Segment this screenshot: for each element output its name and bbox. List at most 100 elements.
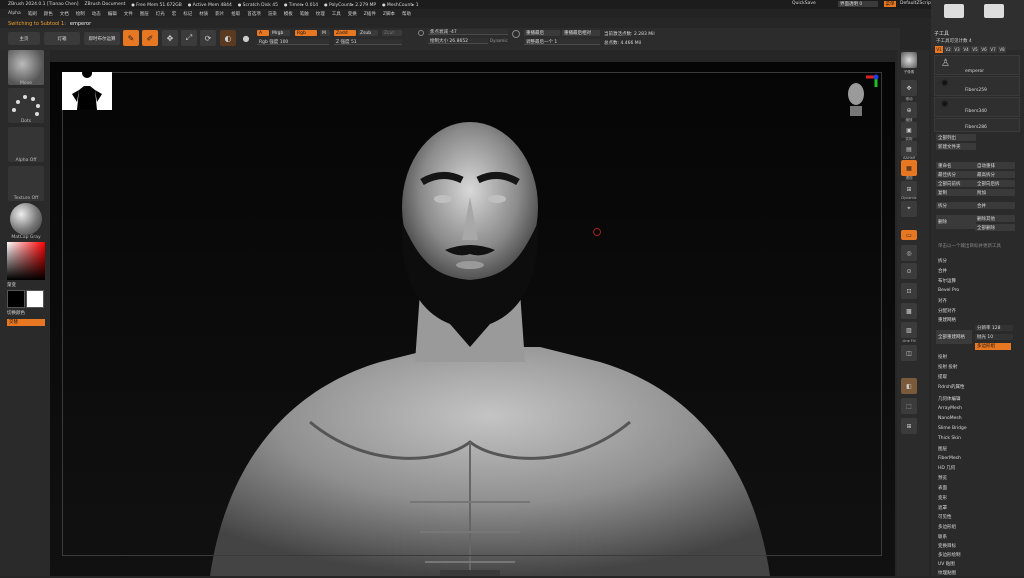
- menu-item[interactable]: 动态: [92, 11, 101, 17]
- edit-button[interactable]: ✎: [123, 30, 139, 46]
- live-boolean-button[interactable]: 即时布尔运算: [84, 32, 120, 45]
- lightbox-button[interactable]: 灯箱: [44, 32, 80, 45]
- append-button[interactable]: 附加: [975, 189, 1015, 196]
- rename-button[interactable]: 重命名: [936, 162, 976, 169]
- menu-item[interactable]: Alpha: [8, 11, 21, 16]
- zsub-toggle[interactable]: Zsub: [358, 30, 378, 36]
- quicksave-button[interactable]: QuickSave: [792, 1, 816, 6]
- menu-button[interactable]: 菜单: [884, 1, 896, 7]
- menu-item[interactable]: 图层: [140, 11, 149, 17]
- polish-slider[interactable]: 抛光 10: [975, 334, 1013, 340]
- polygroups-toggle[interactable]: 多边形组: [975, 343, 1011, 350]
- dynamic-mesh-icon[interactable]: ⬚: [901, 398, 917, 414]
- dynamic-toggle[interactable]: Dynamic: [490, 38, 508, 43]
- tool-thumbnail[interactable]: [944, 4, 964, 18]
- menu-item[interactable]: 模板: [284, 11, 293, 17]
- scroll-icon[interactable]: ✥: [901, 80, 917, 96]
- section-project-all[interactable]: 投射 投射: [936, 363, 1020, 370]
- rgb-toggle[interactable]: Rgb: [295, 30, 317, 36]
- focal-shift-slider[interactable]: 焦点衰减 -47: [428, 29, 508, 35]
- m-toggle[interactable]: M: [320, 30, 330, 36]
- menu-item[interactable]: Z插件: [364, 11, 376, 17]
- polyf-icon[interactable]: ⊡: [901, 283, 917, 299]
- subtool-item[interactable]: ✺ Fibers340: [934, 97, 1020, 117]
- replay-last-relative-button[interactable]: 重播最后相对: [562, 30, 600, 36]
- subtool-item[interactable]: ✺ Fibers259: [934, 76, 1020, 96]
- hd-geometry-item[interactable]: HD 几何: [936, 464, 1020, 471]
- subtool-header[interactable]: 子工具: [934, 30, 949, 37]
- rgb-intensity-slider[interactable]: Rgb 强度 100: [257, 39, 329, 45]
- tab-v8[interactable]: V8: [998, 46, 1006, 53]
- texture-map-item[interactable]: 纹理贴图: [936, 569, 1020, 576]
- reference-image[interactable]: [62, 68, 112, 110]
- menu-item[interactable]: 文档: [60, 11, 69, 17]
- xpose-icon[interactable]: ◧: [901, 378, 917, 394]
- menu-item[interactable]: 标记: [183, 11, 192, 17]
- menu-item[interactable]: 笔触: [300, 11, 309, 17]
- uv-map-item[interactable]: UV 贴图: [936, 560, 1020, 567]
- menu-item[interactable]: 颜色: [44, 11, 53, 17]
- bottom-tray-handle[interactable]: [440, 570, 500, 576]
- local-icon[interactable]: ⌖: [901, 201, 917, 217]
- primary-color-swatch[interactable]: [7, 290, 25, 308]
- autoreorder-button[interactable]: 自动重排: [975, 162, 1015, 169]
- polygroups-item[interactable]: 多边形组: [936, 523, 1020, 530]
- ghost-icon[interactable]: ⊙: [901, 263, 917, 279]
- tab-v2[interactable]: V2: [944, 46, 952, 53]
- duplicate-button[interactable]: 复制: [936, 189, 976, 196]
- scale-button[interactable]: ⤢: [181, 30, 197, 46]
- tab-v6[interactable]: V6: [980, 46, 988, 53]
- section-extract[interactable]: 提取: [936, 373, 1020, 380]
- layers-item[interactable]: 图层: [936, 445, 1020, 452]
- rotate-button[interactable]: ⟳: [200, 30, 216, 46]
- section-remesh[interactable]: 重建网格: [936, 316, 1020, 323]
- menu-item[interactable]: 绘制: [76, 11, 85, 17]
- tool-thumbnail[interactable]: [984, 4, 1004, 18]
- menu-item[interactable]: 变换: [348, 11, 357, 17]
- material-swatch-button[interactable]: ◐: [220, 30, 236, 46]
- best-split-button[interactable]: 最佳拆分: [936, 171, 976, 178]
- section-distribute[interactable]: 分配对齐: [936, 307, 1020, 314]
- menu-item[interactable]: 拾取: [231, 11, 240, 17]
- menu-item[interactable]: 工具: [332, 11, 341, 17]
- subpixel-icon[interactable]: [901, 52, 917, 68]
- split-button[interactable]: 拆分: [936, 202, 976, 209]
- zcut-toggle[interactable]: Zcut: [382, 30, 402, 36]
- menu-item[interactable]: 纹理: [316, 11, 325, 17]
- section-split[interactable]: 拆分: [936, 257, 1020, 264]
- section-merge[interactable]: 合并: [936, 267, 1020, 274]
- replay-last-button[interactable]: 重播最后: [524, 30, 560, 36]
- solo-icon[interactable]: ◎: [901, 245, 917, 261]
- transparency-icon[interactable]: ◫: [901, 345, 917, 361]
- new-folder-button[interactable]: 新建文件夹: [936, 143, 976, 150]
- list-all-button[interactable]: 全部列出: [936, 134, 976, 141]
- menu-item[interactable]: 材质: [199, 11, 208, 17]
- merge-button[interactable]: 合并: [975, 202, 1015, 209]
- section-align[interactable]: 对齐: [936, 297, 1020, 304]
- visibility-item[interactable]: 可见性: [936, 513, 1020, 520]
- surface-item[interactable]: 表面: [936, 484, 1020, 491]
- subtool-item[interactable]: Fibers286: [934, 118, 1020, 132]
- delete-button[interactable]: 删除: [936, 215, 976, 229]
- alternate-button[interactable]: 交替: [7, 319, 45, 326]
- floor-icon[interactable]: ⊞: [901, 181, 917, 197]
- highest-split-button[interactable]: 最高拆分: [975, 171, 1015, 178]
- a-toggle[interactable]: A: [257, 30, 269, 36]
- menu-item[interactable]: 渲染: [268, 11, 277, 17]
- transparency-slider[interactable]: 界面透明 0: [838, 1, 878, 7]
- perspective-icon[interactable]: ▦: [901, 160, 917, 176]
- z-intensity-slider[interactable]: Z 强度 51: [334, 39, 402, 45]
- delete-others-button[interactable]: 删除其他: [975, 215, 1015, 222]
- menu-item[interactable]: 宏: [172, 11, 177, 17]
- remesh-all-button[interactable]: 全部重建网格: [936, 330, 972, 344]
- tab-v7[interactable]: V7: [989, 46, 997, 53]
- brush-thumbnail[interactable]: [8, 50, 44, 85]
- section-attributes[interactable]: Rdrsh的属性: [936, 383, 1020, 390]
- menu-item[interactable]: 文件: [124, 11, 133, 17]
- adjust-last-slider[interactable]: 调整最后一个 1: [524, 39, 600, 45]
- tab-v3[interactable]: V3: [953, 46, 961, 53]
- resolution-slider[interactable]: 分辨率 128: [975, 325, 1013, 331]
- color-swatch-button[interactable]: ●: [238, 30, 254, 46]
- mrgb-toggle[interactable]: Mrgb: [270, 30, 290, 36]
- tab-v5[interactable]: V5: [971, 46, 979, 53]
